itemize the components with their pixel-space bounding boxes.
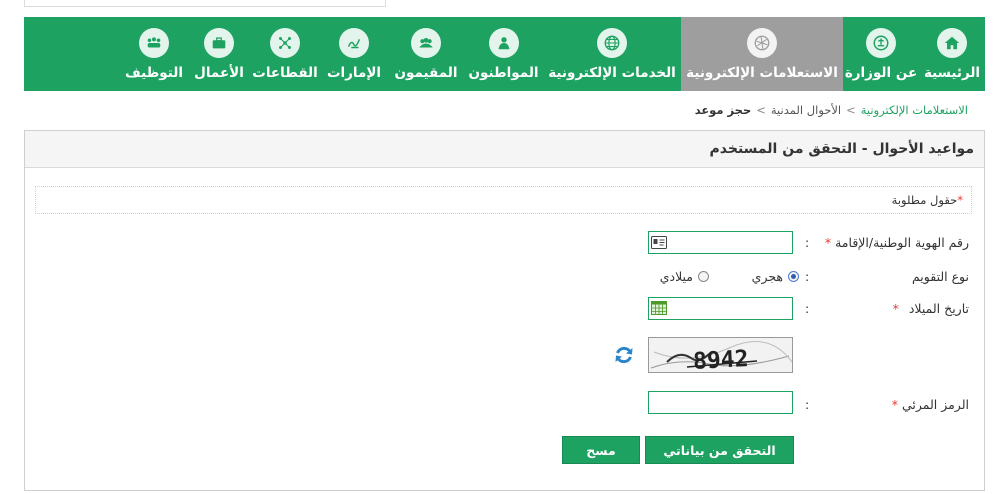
id-number-label: رقم الهوية الوطنية/الإقامة* — [825, 235, 969, 250]
required-mark: * — [892, 301, 899, 316]
residents-group-icon — [411, 28, 441, 58]
breadcrumb-separator: > — [756, 103, 766, 117]
nav-item-label: الإمارات — [326, 65, 382, 81]
ministry-emblem-icon — [866, 28, 896, 58]
breadcrumb-current: حجز موعد — [694, 103, 752, 117]
id-number-label-text: رقم الهوية الوطنية/الإقامة — [835, 235, 969, 250]
radio-hijri-button[interactable] — [788, 271, 799, 282]
nav-item-employment[interactable]: التوظيف — [120, 17, 188, 91]
employment-people-icon — [139, 28, 169, 58]
colon: : — [805, 235, 810, 250]
required-mark: * — [891, 397, 898, 412]
nav-item-sectors[interactable]: القطاعات — [250, 17, 320, 91]
nav-item-business[interactable]: الأعمال — [188, 17, 250, 91]
nav-item-label: التوظيف — [125, 65, 183, 81]
birthdate-input[interactable] — [648, 297, 793, 320]
breadcrumb-e-inquiries-link[interactable]: الاستعلامات الإلكترونية — [861, 103, 968, 117]
radio-gregorian-button[interactable] — [698, 271, 709, 282]
birthdate-label: تاريخ الميلاد * — [893, 301, 969, 316]
nav-item-about-ministry[interactable]: عن الوزارة — [843, 17, 919, 91]
nav-item-e-inquiries[interactable]: الاستعلامات الإلكترونية — [681, 17, 843, 91]
id-number-input[interactable] — [648, 231, 793, 254]
visual-code-input[interactable] — [648, 391, 793, 414]
breadcrumb-civil-affairs-link[interactable]: الأحوال المدنية — [771, 103, 841, 117]
birthdate-label-text: تاريخ الميلاد — [908, 301, 969, 316]
nav-item-label: عن الوزارة — [844, 65, 918, 81]
globe-icon — [597, 28, 627, 58]
captcha-image: 8942 — [648, 337, 793, 373]
sectors-network-icon — [270, 28, 300, 58]
nav-item-label: المواطنون — [468, 65, 539, 81]
nav-item-e-services[interactable]: الخدمات الإلكترونية — [543, 17, 681, 91]
visual-code-label: الرمز المرئي* — [892, 397, 969, 412]
nav-item-emirates[interactable]: الإمارات — [320, 17, 388, 91]
emirates-calligraphy-icon — [339, 28, 369, 58]
required-mark: * — [824, 235, 832, 250]
radio-hijri-label: هجري — [751, 269, 783, 284]
breadcrumb-separator: > — [846, 103, 856, 117]
required-note-text: حقول مطلوبة — [891, 193, 958, 207]
nav-item-residents[interactable]: المقيمون — [388, 17, 464, 91]
radio-hijri[interactable]: هجري — [752, 269, 799, 284]
briefcase-icon — [204, 28, 234, 58]
nav-item-label: الرئيسية — [923, 65, 981, 81]
nav-item-home[interactable]: الرئيسية — [919, 17, 985, 91]
captcha-text: 8942 — [692, 346, 749, 373]
colon: : — [805, 397, 810, 412]
visual-code-label-text: الرمز المرئي — [901, 397, 969, 412]
citizen-icon — [488, 28, 519, 58]
nav-item-citizens[interactable]: المواطنون — [464, 17, 543, 91]
verify-data-button[interactable]: التحقق من بياناتي — [645, 436, 794, 464]
colon: : — [805, 269, 810, 284]
nav-item-label: المقيمون — [394, 65, 458, 81]
home-icon — [937, 28, 967, 58]
e-inquiries-globe-icon — [747, 28, 777, 58]
verification-panel: مواعيد الأحوال - التحقق من المستخدم * حق… — [24, 130, 985, 491]
nav-item-label: الاستعلامات الإلكترونية — [686, 65, 838, 81]
nav-item-label: القطاعات — [252, 65, 318, 81]
radio-gregorian[interactable]: ميلادي — [660, 269, 709, 284]
nav-item-label: الخدمات الإلكترونية — [548, 65, 676, 81]
clear-button[interactable]: مسح — [562, 436, 640, 464]
id-card-icon — [651, 236, 667, 249]
main-nav: الرئيسية عن الوزارة الاستعلامات الإلكترو… — [24, 17, 985, 91]
breadcrumb: الاستعلامات الإلكترونية > الأحوال المدني… — [695, 103, 968, 117]
captcha-graphic: 8942 — [650, 341, 792, 373]
nav-item-label: الأعمال — [194, 65, 244, 81]
radio-gregorian-label: ميلادي — [659, 269, 693, 284]
panel-title: مواعيد الأحوال - التحقق من المستخدم — [25, 131, 984, 168]
required-fields-note: * حقول مطلوبة — [35, 186, 972, 214]
required-mark: * — [957, 193, 963, 207]
colon: : — [805, 301, 810, 316]
refresh-captcha-icon[interactable] — [613, 344, 635, 366]
calendar-type-label: نوع التقويم — [911, 269, 969, 284]
top-search-box — [24, 0, 386, 7]
calendar-icon[interactable] — [651, 301, 667, 315]
